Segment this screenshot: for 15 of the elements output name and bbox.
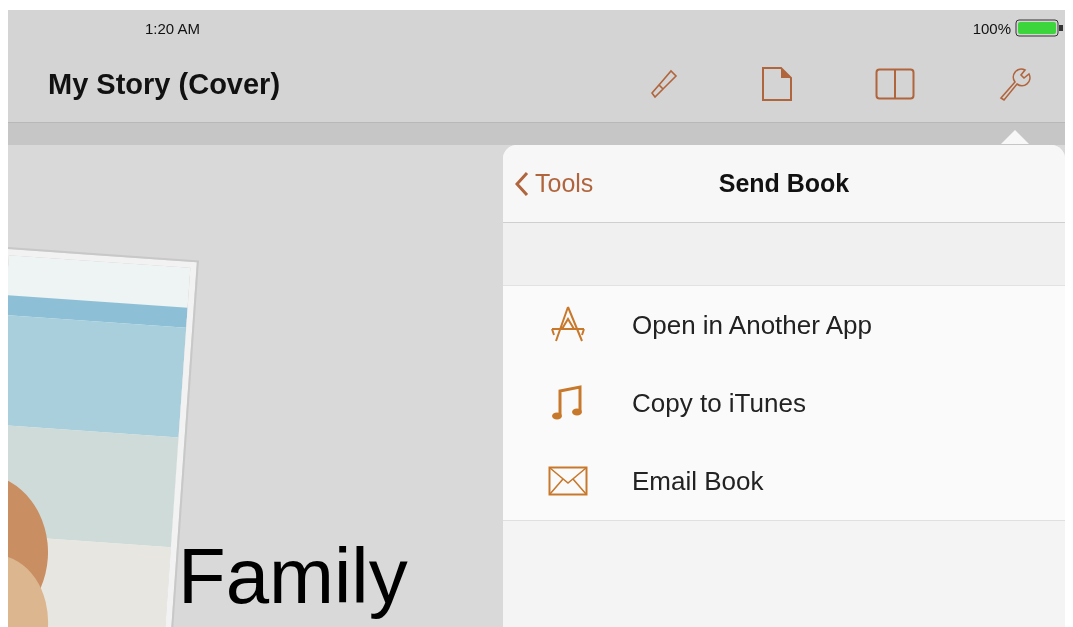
book-icon[interactable] — [875, 68, 915, 100]
menu-item[interactable]: Email Book — [503, 442, 1065, 520]
status-time: 1:20 AM — [145, 19, 202, 37]
back-button[interactable]: Tools — [515, 169, 594, 198]
battery-percent: 100% — [972, 19, 1011, 37]
battery-icon — [1015, 19, 1065, 37]
menu-item[interactable]: Copy to iTunes — [503, 364, 1065, 442]
book-title: My Story (Cover) — [48, 67, 282, 101]
brush-icon[interactable] — [649, 67, 679, 101]
page-icon[interactable] — [761, 66, 793, 102]
menu-item[interactable]: Open in Another App — [503, 286, 1065, 364]
chevron-left-icon — [515, 170, 529, 197]
popover-title: Send Book — [718, 169, 850, 198]
envelope-icon — [548, 466, 588, 496]
wrench-icon[interactable] — [997, 66, 1033, 102]
